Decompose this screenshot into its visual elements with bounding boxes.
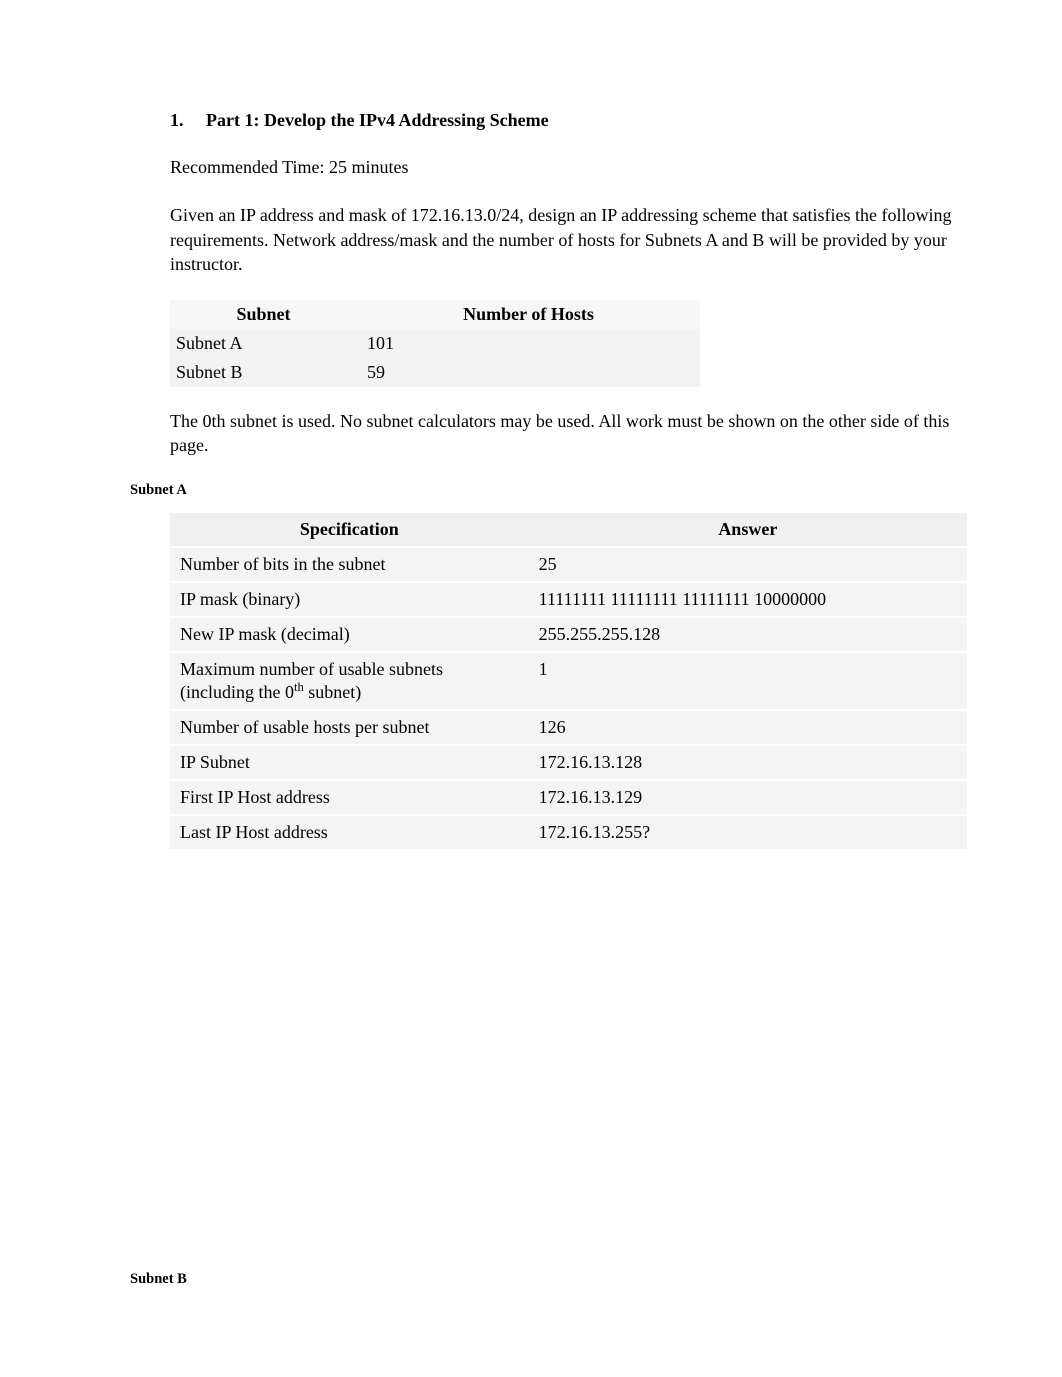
heading-text: Part 1: Develop the IPv4 Addressing Sche… [206, 110, 549, 131]
spec-cell: New IP mask (decimal) [170, 617, 529, 652]
table-row: New IP mask (decimal) 255.255.255.128 [170, 617, 967, 652]
answer-cell: 1 [529, 652, 967, 710]
table-row: Number of usable hosts per subnet 126 [170, 710, 967, 745]
cell-subnet-hosts: 59 [361, 358, 700, 387]
table-row: Last IP Host address 172.16.13.255? [170, 815, 967, 850]
spec-cell: Last IP Host address [170, 815, 529, 850]
spec-cell: Number of bits in the subnet [170, 547, 529, 582]
subnet-b-title: Subnet B [130, 1271, 967, 1288]
spec-cell: First IP Host address [170, 780, 529, 815]
answer-cell: 255.255.255.128 [529, 617, 967, 652]
spec-cell: Number of usable hosts per subnet [170, 710, 529, 745]
answer-cell: 126 [529, 710, 967, 745]
table-row: Number of bits in the subnet 25 [170, 547, 967, 582]
table-row: Maximum number of usable subnets (includ… [170, 652, 967, 710]
table-row: IP Subnet 172.16.13.128 [170, 745, 967, 780]
hosts-header-subnet: Subnet [170, 300, 361, 329]
recommended-time: Recommended Time: 25 minutes [170, 155, 967, 179]
answer-cell: 11111111 11111111 11111111 10000000 [529, 582, 967, 617]
spec-cell: IP Subnet [170, 745, 529, 780]
cell-subnet-name: Subnet B [170, 358, 361, 387]
subnet-a-table: Specification Answer Number of bits in t… [170, 513, 967, 851]
intro-paragraph: Given an IP address and mask of 172.16.1… [170, 203, 967, 276]
answer-cell: 172.16.13.129 [529, 780, 967, 815]
subnet-a-title: Subnet A [130, 482, 967, 499]
table-row: IP mask (binary) 11111111 11111111 11111… [170, 582, 967, 617]
answer-cell: 172.16.13.128 [529, 745, 967, 780]
answer-header: Answer [529, 513, 967, 547]
heading-number: 1. [170, 110, 188, 131]
cell-subnet-name: Subnet A [170, 329, 361, 358]
table-row: First IP Host address 172.16.13.129 [170, 780, 967, 815]
spec-cell: IP mask (binary) [170, 582, 529, 617]
rules-paragraph: The 0th subnet is used. No subnet calcul… [170, 409, 967, 458]
answer-cell: 25 [529, 547, 967, 582]
hosts-table: Subnet Number of Hosts Subnet A 101 Subn… [170, 300, 700, 387]
spec-cell: Maximum number of usable subnets (includ… [170, 652, 529, 710]
hosts-header-count: Number of Hosts [361, 300, 700, 329]
answer-cell: 172.16.13.255? [529, 815, 967, 850]
cell-subnet-hosts: 101 [361, 329, 700, 358]
spec-header: Specification [170, 513, 529, 547]
table-row: Subnet A 101 [170, 329, 700, 358]
section-heading: 1. Part 1: Develop the IPv4 Addressing S… [170, 110, 967, 131]
table-row: Subnet B 59 [170, 358, 700, 387]
